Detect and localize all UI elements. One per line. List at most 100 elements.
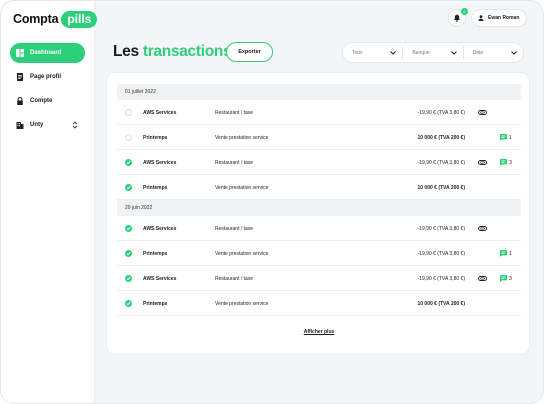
- comment-count: 1: [509, 250, 512, 257]
- comments-indicator[interactable]: 3: [500, 150, 512, 175]
- sidebar-item-unty[interactable]: Unty: [10, 115, 85, 135]
- attachment-icon[interactable]: [478, 266, 488, 291]
- user-menu-button[interactable]: Ewan Roman: [471, 9, 527, 27]
- page-title: Les transactions: [113, 43, 232, 61]
- chevron-updown-icon: [72, 121, 78, 129]
- attachment-icon[interactable]: [478, 100, 488, 125]
- category: Vente prestation service: [215, 300, 269, 307]
- category: Restaurant / taxe: [215, 109, 254, 116]
- check-icon: [125, 184, 132, 191]
- show-more-link[interactable]: Afficher plus: [107, 329, 531, 335]
- filter-date-select[interactable]: Date: [464, 46, 523, 59]
- filter-bank-select[interactable]: Banque: [403, 46, 464, 59]
- comment-icon: [500, 250, 507, 257]
- attachment-icon[interactable]: [478, 150, 488, 175]
- vendor-name: AWS Services: [143, 159, 177, 166]
- filter-type-select[interactable]: Tous: [343, 46, 404, 59]
- category: Restaurant / taxe: [215, 225, 254, 232]
- amount: -19,90 € (TVA 3,80 €): [417, 250, 465, 257]
- comments-indicator[interactable]: 1: [500, 241, 512, 266]
- amount: 10 000 € (TVA 200 €): [417, 184, 465, 191]
- category: Vente prestation service: [215, 250, 269, 257]
- comment-count: 3: [509, 159, 512, 166]
- vendor-name: AWS Services: [143, 275, 177, 282]
- sidebar-item-compte[interactable]: Compte: [10, 91, 85, 111]
- vendor-name: Printemps: [143, 250, 168, 257]
- logo-pill: pills: [61, 10, 98, 28]
- dashboard-icon: [16, 49, 24, 57]
- filter-label: Date: [472, 49, 484, 56]
- comments-indicator[interactable]: 3: [500, 266, 512, 291]
- app-window: Compta pills Dashboard Page profil Compt…: [0, 0, 544, 404]
- row-status[interactable]: [125, 266, 133, 291]
- comment-count: 1: [509, 134, 512, 141]
- filter-label: Banque: [412, 49, 430, 56]
- vendor-name: Printemps: [143, 184, 168, 191]
- filter-bar: Tous Banque Date: [342, 42, 524, 63]
- unchecked-circle-icon: [125, 109, 132, 116]
- comment-icon: [500, 159, 507, 166]
- amount: -19,90 € (TVA 3,80 €): [417, 275, 465, 282]
- building-icon: [16, 121, 24, 129]
- logo[interactable]: Compta pills: [13, 10, 98, 28]
- comments-indicator[interactable]: 1: [500, 125, 512, 150]
- transaction-row[interactable]: AWS Services Restaurant / taxe -19,90 € (T…: [117, 100, 521, 125]
- row-status[interactable]: [125, 291, 133, 316]
- notifications-button[interactable]: 2: [448, 8, 468, 27]
- category: Vente prestation service: [215, 134, 269, 141]
- row-status[interactable]: [125, 175, 133, 200]
- unchecked-circle-icon: [125, 134, 132, 141]
- attachment-icon[interactable]: [478, 216, 488, 241]
- chevron-down-icon: [390, 50, 397, 55]
- user-name: Ewan Roman: [488, 15, 520, 21]
- transaction-row[interactable]: AWS Services Restaurant / taxe -19,90 € (T…: [117, 266, 521, 291]
- page-title-part2: transactions: [142, 43, 232, 60]
- sidebar-item-dashboard[interactable]: Dashboard: [10, 43, 85, 63]
- bell-icon: [454, 14, 460, 22]
- vendor-name: Printemps: [143, 300, 168, 307]
- comment-icon: [500, 134, 507, 141]
- notification-badge: 2: [461, 8, 468, 15]
- page-title-part1: Les: [113, 43, 139, 60]
- transaction-row[interactable]: Printemps Vente prestation service 10 000 …: [117, 175, 521, 200]
- check-icon: [125, 159, 132, 166]
- amount: -19,90 € (TVA 3,80 €): [417, 109, 465, 116]
- row-status[interactable]: [125, 216, 133, 241]
- amount: -19,90 € (TVA 3,80 €): [417, 159, 465, 166]
- row-status[interactable]: [125, 150, 133, 175]
- sidebar-item-label: Compte: [30, 98, 53, 104]
- comment-count: 3: [509, 275, 512, 282]
- sidebar-item-label: Unty: [30, 122, 44, 128]
- check-icon: [125, 275, 132, 282]
- row-status[interactable]: [125, 100, 133, 125]
- date-group-header: 01 juillet 2022: [117, 84, 521, 100]
- vendor-name: AWS Services: [143, 225, 177, 232]
- check-icon: [125, 300, 132, 307]
- transaction-row[interactable]: Printemps Vente prestation service 10 000 …: [117, 291, 521, 316]
- sidebar-item-label: Page profil: [30, 74, 62, 80]
- chevron-down-icon: [450, 50, 457, 55]
- user-icon: [478, 15, 484, 21]
- transaction-row[interactable]: AWS Services Restaurant / taxe -19,90 € (T…: [117, 150, 521, 175]
- transaction-row[interactable]: AWS Services Restaurant / taxe -19,90 € (T…: [117, 216, 521, 241]
- transaction-row[interactable]: Printemps Vente prestation service 10 000 …: [117, 125, 521, 150]
- category: Restaurant / taxe: [215, 275, 254, 282]
- chevron-down-icon: [511, 50, 517, 55]
- lock-icon: [16, 97, 24, 105]
- comment-icon: [500, 275, 507, 282]
- check-icon: [125, 225, 132, 232]
- vendor-name: AWS Services: [143, 109, 177, 116]
- category: Restaurant / taxe: [215, 159, 254, 166]
- amount: -19,90 € (TVA 3,80 €): [417, 225, 465, 232]
- row-status[interactable]: [125, 125, 133, 150]
- row-status[interactable]: [125, 241, 133, 266]
- category: Vente prestation service: [215, 184, 269, 191]
- logo-text: Compta: [13, 12, 59, 26]
- sidebar-item-page-profil[interactable]: Page profil: [10, 67, 85, 87]
- export-button[interactable]: Exporter: [226, 42, 273, 62]
- check-icon: [125, 250, 132, 257]
- transactions-card: 01 juillet 2022 AWS Services Restaurant / …: [106, 72, 530, 355]
- transaction-row[interactable]: Printemps Vente prestation service -19,90 …: [117, 241, 521, 266]
- sidebar-item-label: Dashboard: [30, 50, 62, 56]
- amount: 10 000 € (TVA 200 €): [417, 300, 465, 307]
